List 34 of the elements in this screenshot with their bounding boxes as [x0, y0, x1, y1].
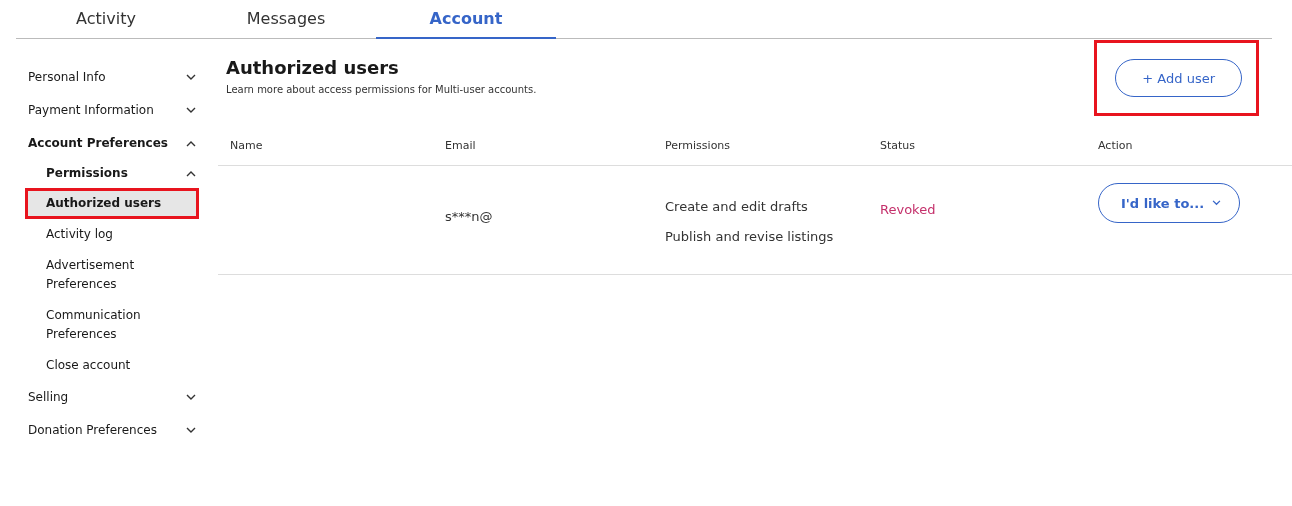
column-header: Permissions: [665, 138, 732, 152]
sidebar-item[interactable]: Authorized users: [28, 191, 196, 216]
nav-tab[interactable]: Activity: [16, 0, 196, 39]
table-cell: s***n@: [445, 209, 493, 224]
column-header: Status: [880, 138, 917, 152]
sidebar-item[interactable]: Personal Info: [28, 68, 173, 87]
sidebar-item[interactable]: Selling: [28, 388, 173, 407]
sidebar-item[interactable]: Communication Preferences: [46, 300, 156, 350]
column-header: Email: [445, 138, 477, 152]
page-subtitle: Learn more about access permissions for Multi-user accounts.: [226, 84, 537, 95]
column-header: Action: [1098, 138, 1134, 152]
add-user-button[interactable]: + Add user: [1115, 59, 1242, 97]
chevron-up-icon: [186, 140, 196, 147]
table-cell-text: Create and edit drafts: [665, 199, 809, 214]
nav-tab[interactable]: Account: [376, 0, 556, 39]
sidebar-item[interactable]: Payment Information: [28, 101, 173, 120]
sidebar-item[interactable]: Activity log: [28, 222, 196, 247]
chevron-up-icon: [186, 170, 196, 177]
chevron-down-icon: [186, 107, 196, 114]
sidebar-item[interactable]: Donation Preferences: [28, 421, 173, 440]
status-text: Revoked: [880, 202, 936, 217]
nav-tab[interactable]: Messages: [196, 0, 376, 39]
action-dropdown[interactable]: I'd like to...: [1098, 183, 1241, 223]
sidebar-item[interactable]: Advertisement Preferences: [46, 250, 156, 300]
chevron-down-icon: [186, 74, 196, 81]
chevron-down-icon: [1212, 200, 1222, 206]
chevron-down-icon: [186, 394, 196, 401]
sidebar-item[interactable]: Account Preferences: [28, 134, 173, 153]
column-header: Name: [230, 138, 264, 152]
chevron-down-icon: [186, 427, 196, 434]
page-title: Authorized users: [226, 57, 400, 78]
table-cell-text: Publish and revise listings: [665, 229, 835, 244]
sidebar-item[interactable]: Close account: [46, 350, 156, 381]
sidebar-item[interactable]: Permissions: [46, 164, 156, 183]
